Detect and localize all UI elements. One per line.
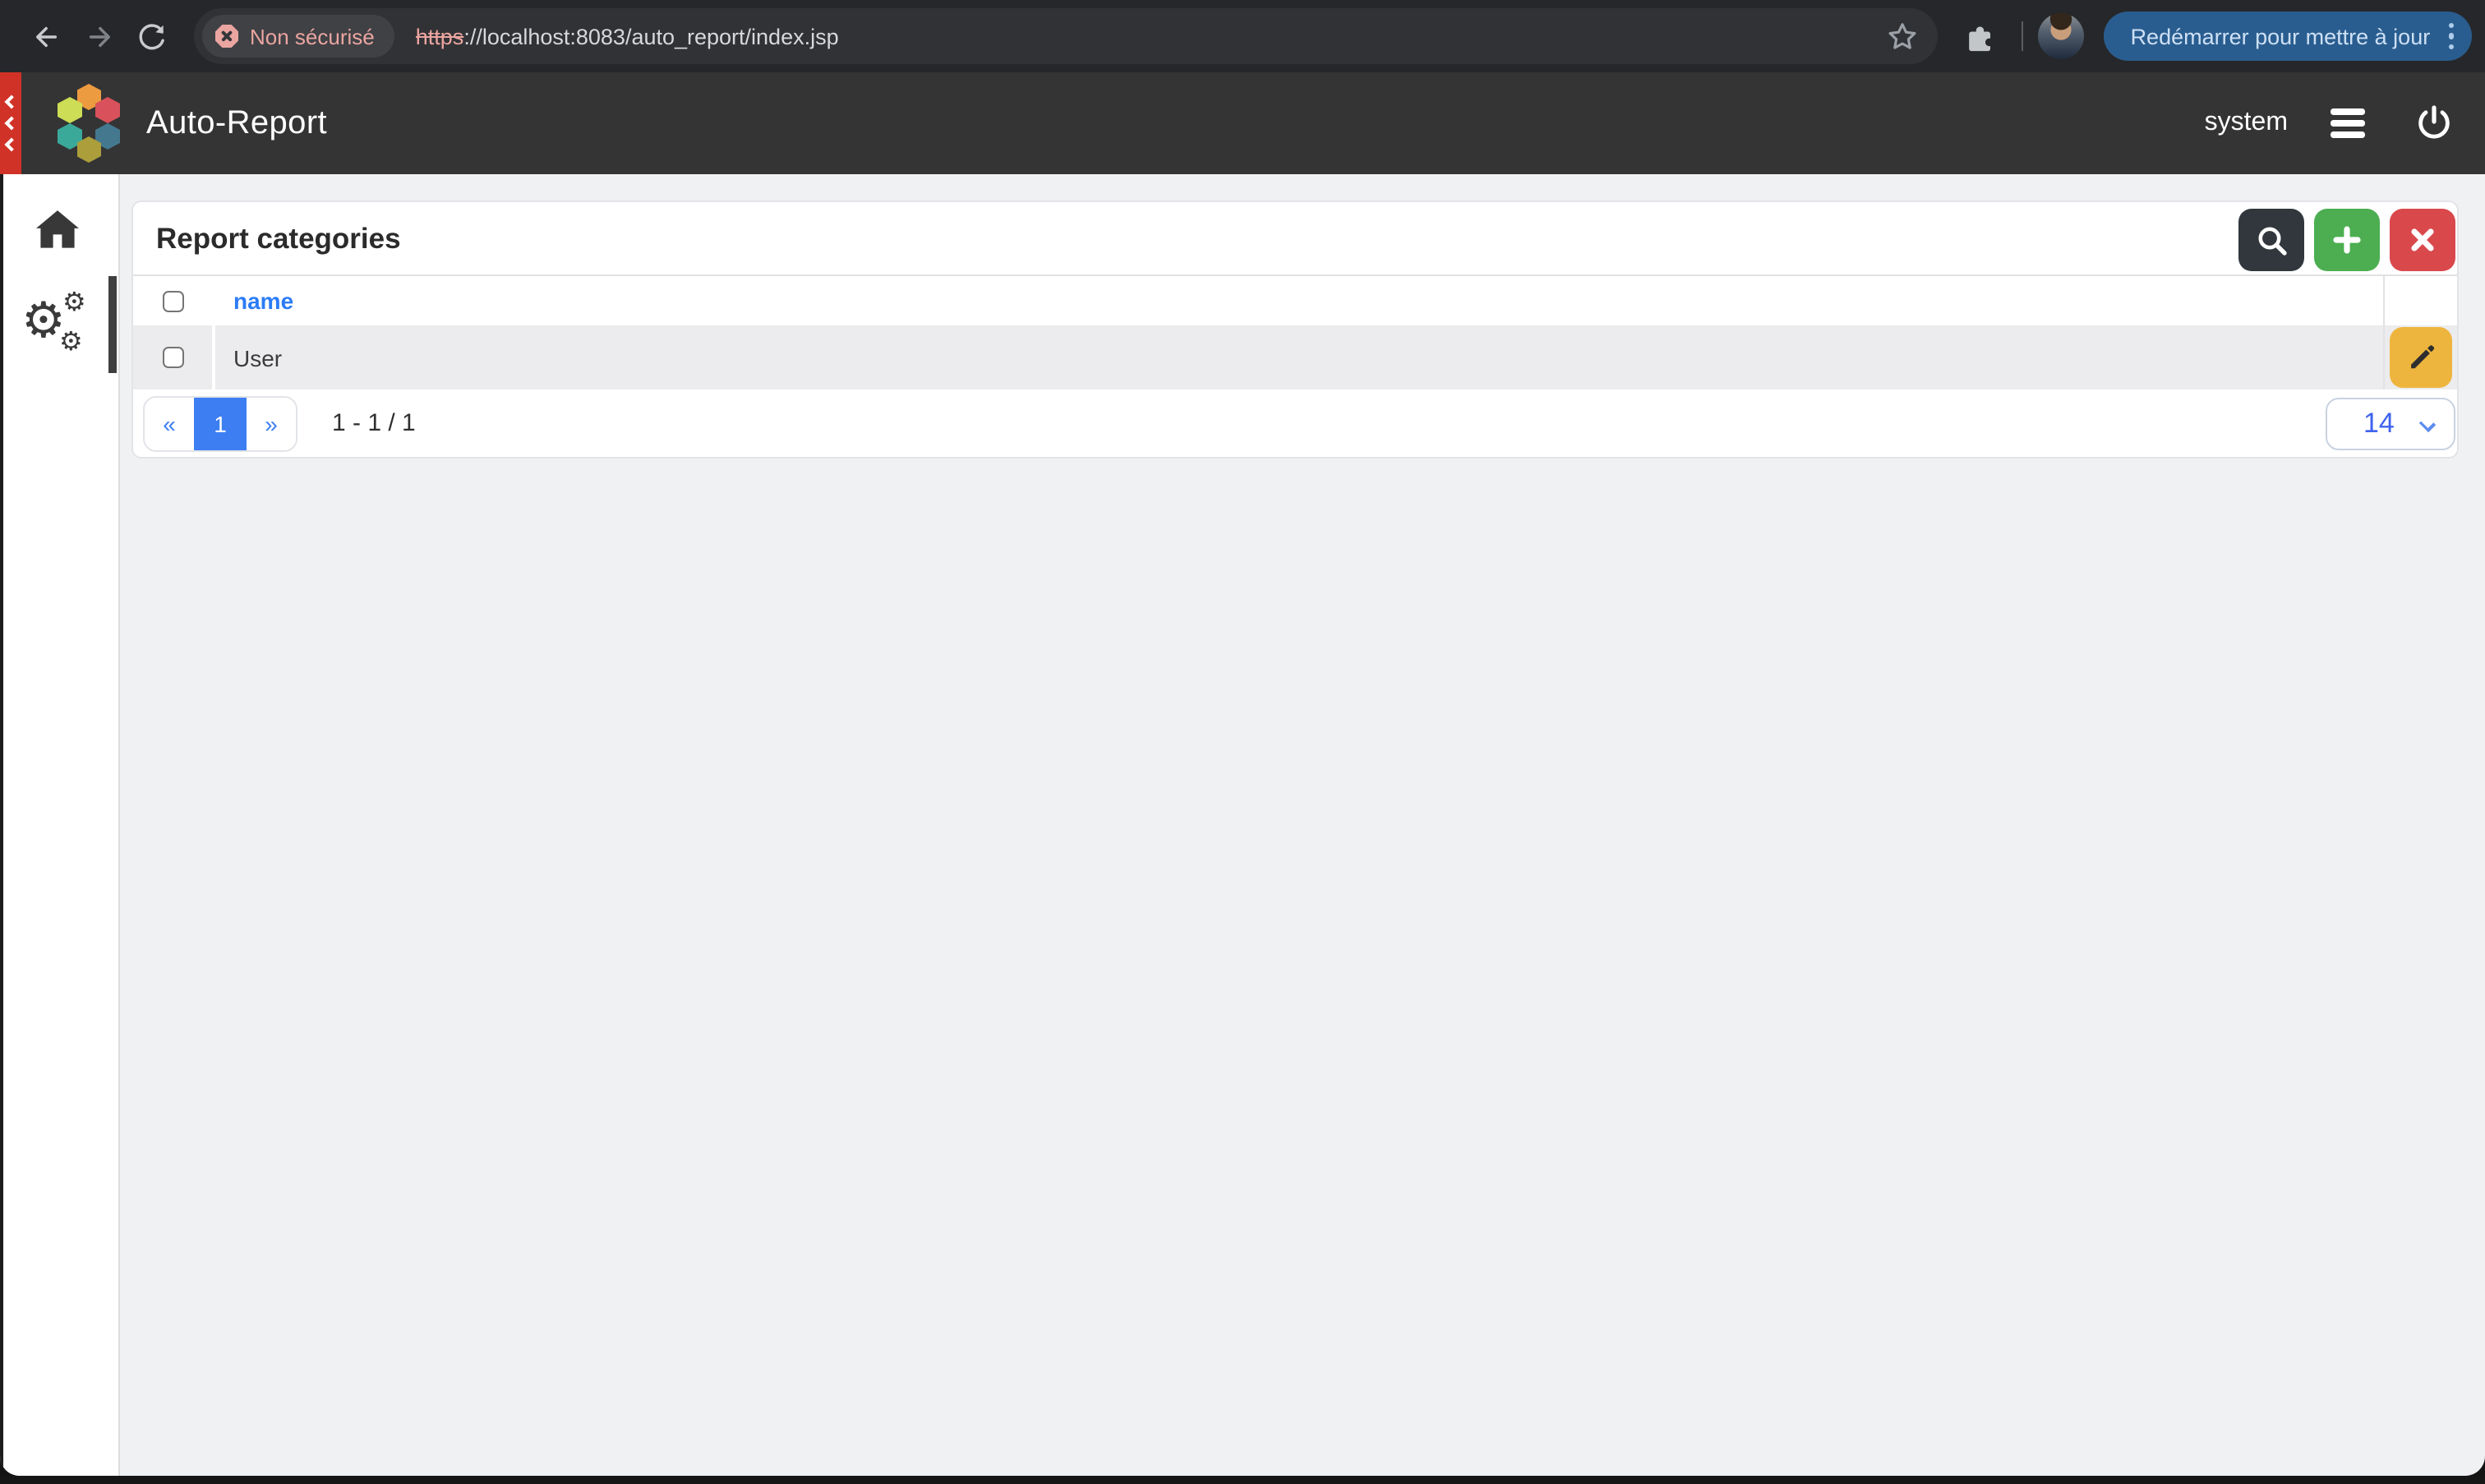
app-header: Auto-Report system (0, 72, 2485, 174)
action-header-cell (2383, 276, 2457, 325)
puzzle-icon (1965, 20, 1998, 53)
forward-arrow-icon (83, 21, 114, 52)
chevron-left-icon (4, 138, 18, 152)
toolbar-right-cluster: Redémarrer pour mettre à jour (1955, 12, 2472, 61)
restart-to-update-button[interactable]: Redémarrer pour mettre à jour (2105, 12, 2472, 61)
main-region: Report categories (120, 174, 2485, 1476)
chevron-left-icon (4, 117, 18, 131)
profile-avatar[interactable] (2039, 13, 2085, 59)
back-arrow-icon (30, 21, 62, 52)
logout-button[interactable] (2411, 100, 2457, 146)
security-badge[interactable]: Non sécurisé (202, 15, 394, 58)
url-rest: ://localhost:8083/auto_report/index.jsp (463, 24, 838, 48)
next-page-button[interactable]: » (247, 397, 296, 449)
address-bar[interactable]: Non sécurisé https://localhost:8083/auto… (194, 8, 1939, 64)
category-name: User (233, 344, 282, 371)
hamburger-icon (2331, 108, 2365, 114)
refresh-icon (136, 21, 167, 52)
page-size-value: 14 (2363, 407, 2395, 440)
screen: Non sécurisé https://localhost:8083/auto… (0, 0, 2485, 1484)
security-badge-label: Non sécurisé (250, 24, 375, 48)
search-icon (2256, 224, 2287, 256)
back-button[interactable] (20, 12, 72, 61)
active-item-indicator (108, 276, 117, 373)
name-header-cell: name (215, 276, 2383, 325)
chrome-menu-dots-icon[interactable] (2448, 22, 2454, 49)
search-button[interactable] (2238, 209, 2304, 271)
forward-button[interactable] (72, 12, 125, 61)
column-header-name[interactable]: name (233, 288, 293, 314)
url-scheme: https (416, 24, 464, 48)
row-name-cell: User (215, 325, 2383, 389)
gear-small-icon: ⚙ (59, 329, 83, 355)
select-all-cell (133, 276, 215, 325)
prev-page-button[interactable]: « (145, 397, 194, 449)
table-header-row: name (133, 274, 2457, 325)
bookmark-star-button[interactable] (1888, 21, 1919, 52)
sidebar-item-settings[interactable]: ⚙ ⚙ ⚙ (13, 283, 99, 368)
panel-toolbar (2238, 209, 2455, 271)
restart-button-label: Redémarrer pour mettre à jour (2131, 24, 2431, 48)
pencil-icon (2405, 342, 2437, 373)
chevron-left-icon (4, 95, 18, 109)
home-icon (36, 210, 79, 250)
sidebar-collapse-strip[interactable] (0, 72, 21, 174)
plus-icon (2332, 225, 2362, 255)
content-area: ⚙ ⚙ ⚙ Report categories (0, 174, 2485, 1476)
row-select-cell (133, 325, 215, 389)
menu-button[interactable] (2324, 102, 2372, 145)
power-icon (2414, 104, 2454, 143)
not-secure-icon (215, 25, 238, 48)
app-title: Auto-Report (146, 104, 327, 142)
app-logo (58, 71, 120, 176)
gear-small-icon: ⚙ (62, 289, 86, 316)
chevron-down-icon (2419, 415, 2436, 431)
add-category-button[interactable] (2314, 209, 2380, 271)
sidebar: ⚙ ⚙ ⚙ (3, 174, 120, 1476)
table-row: User (133, 325, 2457, 389)
header-right-cluster: system (2205, 100, 2457, 146)
bottom-edge-strip (0, 1476, 2485, 1484)
url-text: https://localhost:8083/auto_report/index… (416, 24, 1888, 48)
panel-header: Report categories (133, 202, 2457, 274)
current-page-button[interactable]: 1 (194, 397, 247, 449)
edit-button[interactable] (2390, 327, 2452, 388)
row-checkbox[interactable] (162, 347, 183, 368)
pager: « 1 » (143, 395, 297, 451)
browser-toolbar: Non sécurisé https://localhost:8083/auto… (0, 0, 2485, 72)
sidebar-item-home[interactable] (21, 197, 94, 263)
refresh-button[interactable] (125, 12, 178, 61)
pagination-bar: « 1 » 1 - 1 / 1 14 (133, 389, 2457, 457)
browser-window: Non sécurisé https://localhost:8083/auto… (0, 0, 2485, 1476)
report-categories-panel: Report categories (131, 200, 2459, 459)
select-all-checkbox[interactable] (162, 290, 183, 311)
toolbar-separator (2022, 21, 2024, 51)
x-icon (2409, 227, 2436, 253)
extensions-button[interactable] (1955, 20, 2008, 53)
delete-button[interactable] (2390, 209, 2455, 271)
page-size-select[interactable]: 14 (2326, 397, 2455, 449)
star-icon (1888, 21, 1919, 52)
current-user-label: system (2205, 108, 2288, 138)
result-range-label: 1 - 1 / 1 (332, 409, 416, 437)
page-title: Report categories (156, 221, 401, 256)
row-action-cell (2383, 325, 2457, 389)
